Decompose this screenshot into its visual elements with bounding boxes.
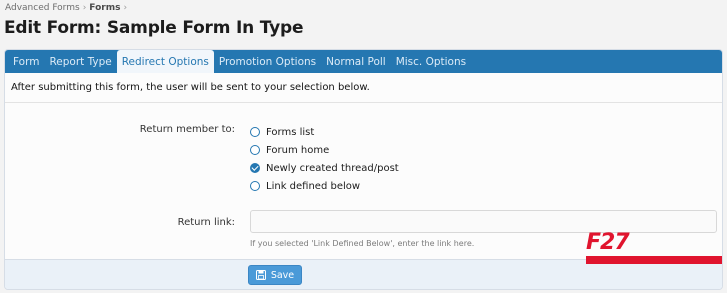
intro-text: After submitting this form, the user wil…	[5, 73, 722, 103]
breadcrumb-item-advanced-forms[interactable]: Advanced Forms	[5, 3, 80, 13]
radio-label: Newly created thread/post	[266, 162, 399, 174]
breadcrumb-separator-icon: ›	[123, 3, 128, 13]
tab-redirect-options[interactable]: Redirect Options	[116, 50, 214, 73]
radio-label: Forms list	[266, 126, 315, 138]
tab-form[interactable]: Form	[8, 50, 44, 73]
return-link-input[interactable]	[250, 210, 717, 233]
tab-misc-options[interactable]: Misc. Options	[391, 50, 471, 73]
return-member-radio-group: Forms list Forum home Newly created thre…	[250, 123, 399, 195]
save-button-label: Save	[270, 269, 295, 281]
radio-option-link-defined-below[interactable]: Link defined below	[250, 177, 399, 195]
radio-option-newly-created-thread[interactable]: Newly created thread/post	[250, 159, 399, 177]
radio-label: Link defined below	[266, 180, 361, 192]
tab-bar: Form Report Type Redirect Options Promot…	[5, 50, 722, 73]
tab-report-type[interactable]: Report Type	[44, 50, 116, 73]
page-title: Edit Form: Sample Form In Type	[4, 18, 304, 38]
breadcrumb: Advanced Forms › Forms ›	[5, 3, 130, 13]
radio-option-forum-home[interactable]: Forum home	[250, 141, 399, 159]
tab-normal-poll[interactable]: Normal Poll	[321, 50, 391, 73]
watermark-logo: F27	[586, 232, 726, 280]
radio-label: Forum home	[266, 144, 330, 156]
tab-promotion-options[interactable]: Promotion Options	[214, 50, 321, 73]
breadcrumb-separator-icon: ›	[82, 3, 87, 13]
radio-button-checked[interactable]	[250, 163, 260, 173]
radio-button[interactable]	[250, 145, 260, 155]
radio-option-forms-list[interactable]: Forms list	[250, 123, 399, 141]
watermark-strip	[586, 256, 722, 264]
return-link-hint: If you selected 'Link Defined Below', en…	[250, 239, 475, 248]
save-button[interactable]: Save	[248, 265, 302, 285]
breadcrumb-item-forms[interactable]: Forms	[89, 3, 120, 13]
floppy-disk-icon	[255, 270, 266, 280]
watermark-text: F27	[586, 230, 630, 255]
return-member-label: Return member to:	[139, 124, 235, 135]
radio-button[interactable]	[250, 127, 260, 137]
return-link-label: Return link:	[177, 217, 235, 228]
radio-button[interactable]	[250, 181, 260, 191]
